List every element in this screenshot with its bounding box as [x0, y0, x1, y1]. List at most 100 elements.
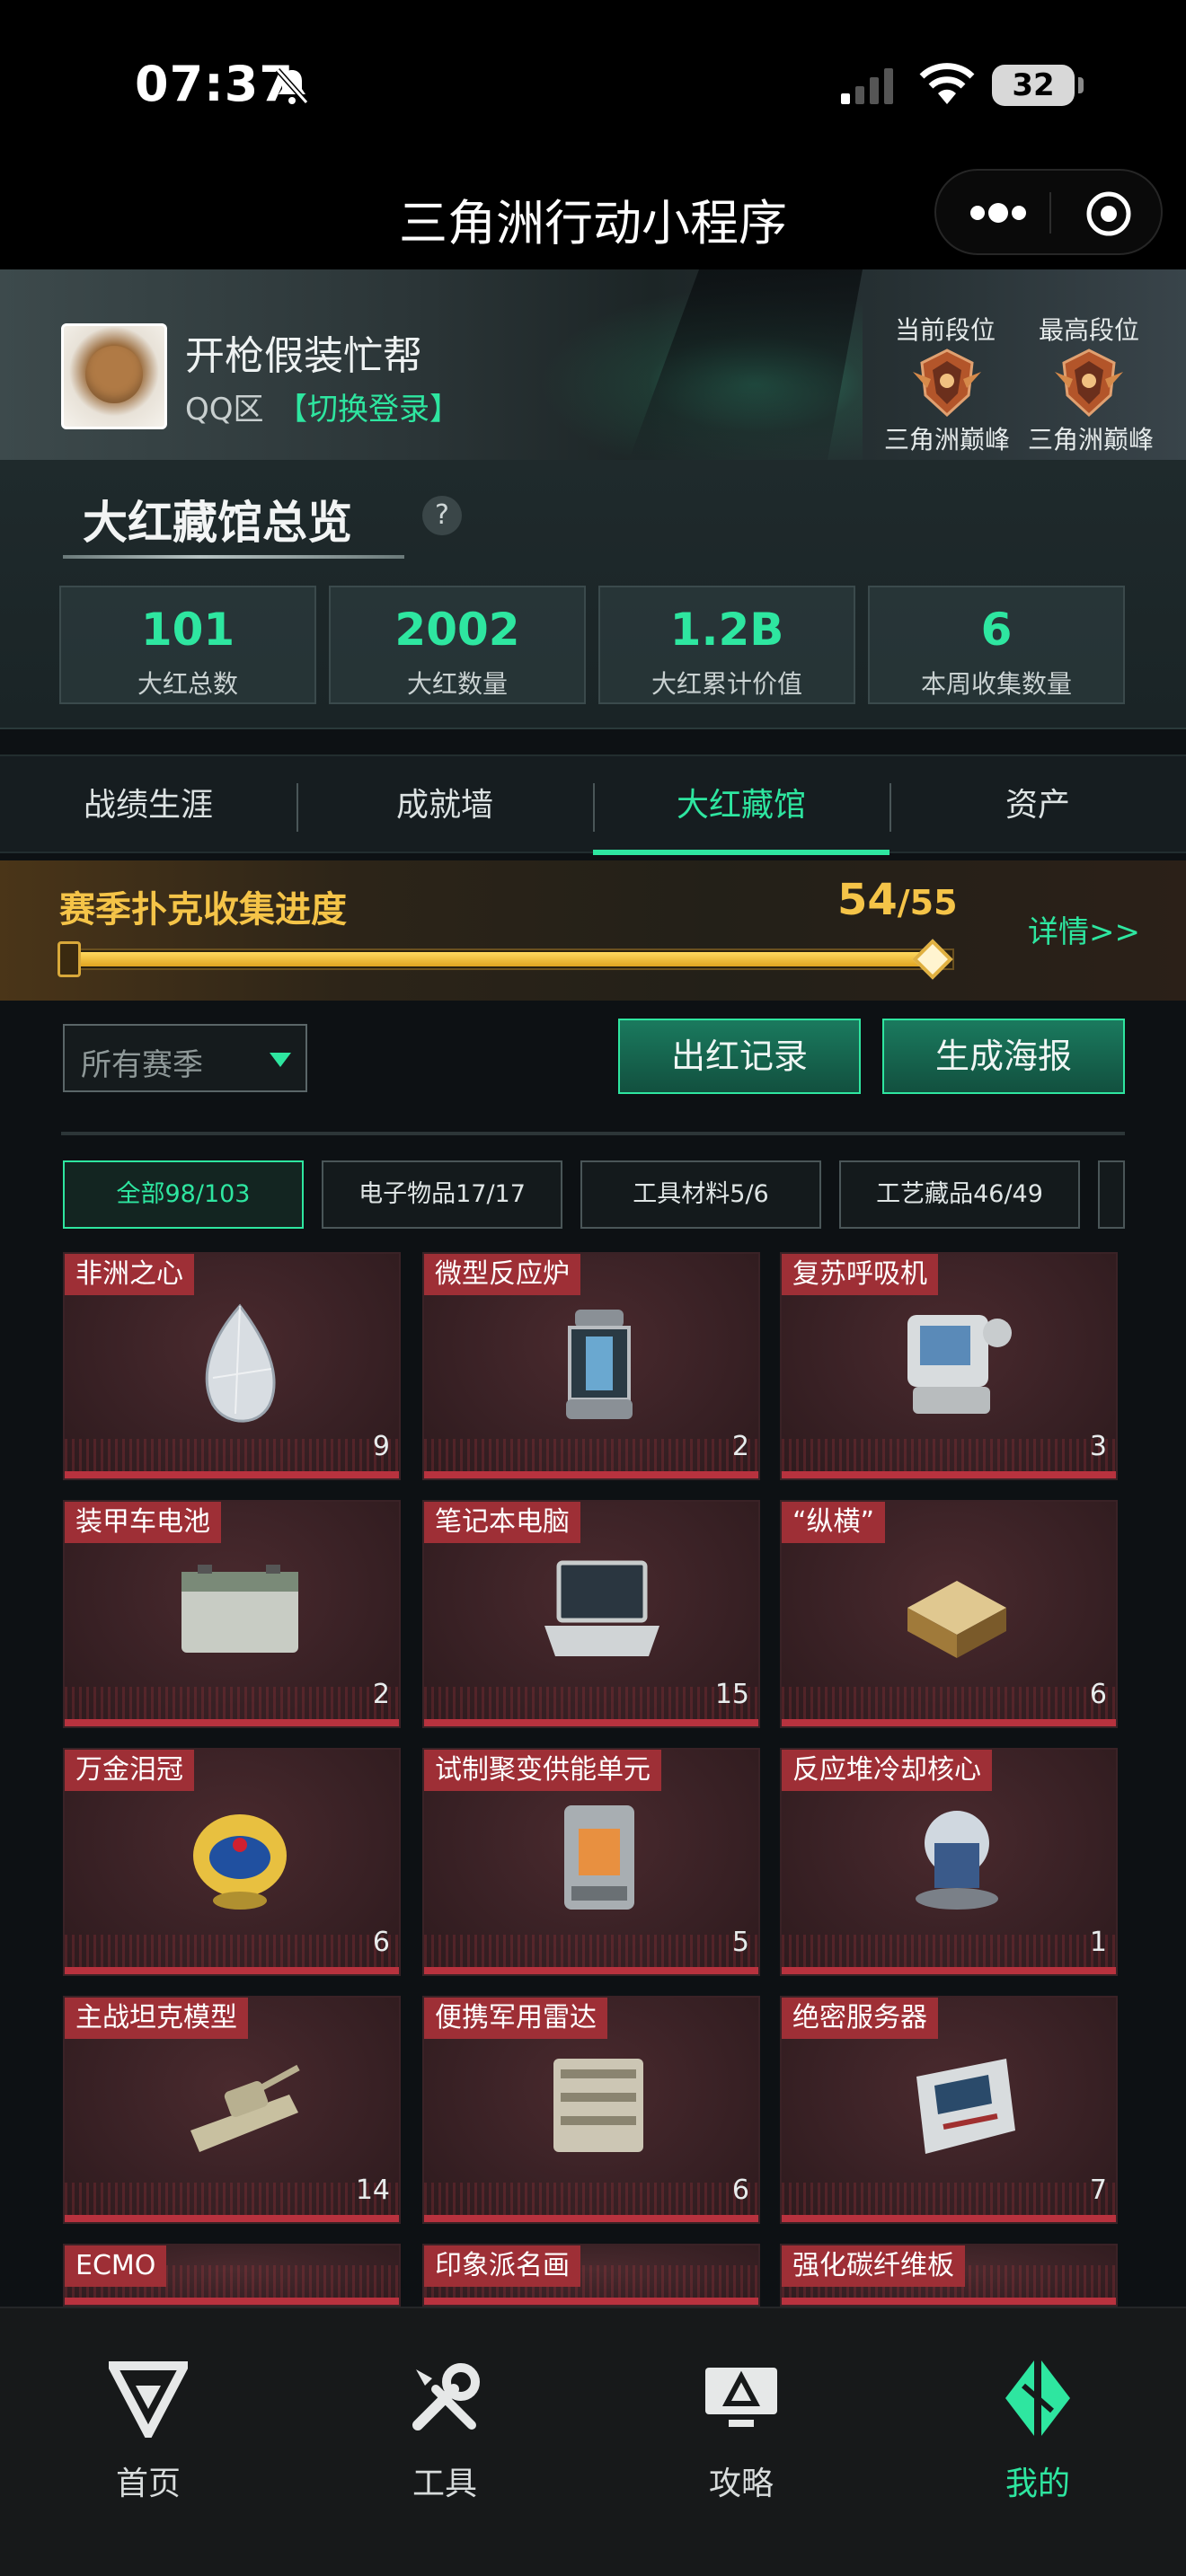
home-logo-icon: [109, 2361, 188, 2438]
tab-assets[interactable]: 资产: [890, 756, 1186, 855]
red-record-button[interactable]: 出红记录: [618, 1019, 861, 1094]
item-bg-bars: [65, 2183, 399, 2215]
nav-guide[interactable]: 攻略: [593, 2308, 890, 2524]
reactor-icon: [566, 1310, 633, 1419]
tab-collection[interactable]: 大红藏馆: [593, 756, 890, 855]
item-name: 试制聚变供能单元: [424, 1750, 661, 1791]
collection-item-card[interactable]: 反应堆冷却核心 1: [780, 1748, 1118, 1976]
item-name: 主战坦克模型: [65, 1998, 248, 2039]
item-name: 万金泪冠: [65, 1750, 194, 1791]
overview-underline: [63, 555, 404, 559]
collection-item-card[interactable]: 微型反应炉 2: [422, 1252, 760, 1480]
stat-label: 大红数量: [406, 669, 508, 699]
generate-poster-button[interactable]: 生成海报: [882, 1019, 1125, 1094]
radar-icon: [553, 2059, 643, 2152]
rank-badge-icon: [1055, 348, 1123, 418]
poker-title: 赛季扑克收集进度: [59, 889, 347, 931]
item-bg-bars: [424, 2183, 758, 2215]
stat-value: 1.2B: [669, 604, 784, 656]
item-count: 6: [1089, 1679, 1107, 1710]
mini-program-capsule: [934, 169, 1163, 255]
carbon-plate-icon: [890, 2289, 1024, 2307]
status-time: 07:37: [135, 56, 294, 112]
item-name: 反应堆冷却核心: [782, 1750, 992, 1791]
profile-header: 开枪假装忙帮 QQ区 【切换登录】 当前段位 三角洲巅峰 最高段位 三角洲巅峰: [0, 269, 1186, 460]
tab-career[interactable]: 战绩生涯: [0, 756, 296, 855]
collection-item-card[interactable]: 笔记本电脑 15: [422, 1500, 760, 1728]
item-count: 7: [1089, 2175, 1107, 2206]
profile-logo-icon: [1005, 2360, 1070, 2436]
nav-mine[interactable]: 我的: [890, 2308, 1186, 2524]
battery-cap: [1078, 77, 1084, 93]
poker-progress-fill: [66, 952, 935, 966]
poker-collected: 54: [837, 875, 898, 925]
item-count: 15: [714, 1679, 749, 1710]
stat-label: 大红总数: [137, 669, 238, 699]
laptop-icon: [544, 1560, 659, 1656]
divider: [61, 1132, 1125, 1135]
collection-item-card[interactable]: 装甲车电池 2: [63, 1500, 401, 1728]
season-select[interactable]: 所有赛季: [63, 1024, 307, 1092]
category-tab-more[interactable]: [1098, 1160, 1125, 1229]
overview-title: 大红藏馆总览: [83, 497, 352, 549]
tools-icon: [412, 2363, 480, 2430]
collection-item-card[interactable]: 非洲之心 9: [63, 1252, 401, 1480]
item-name: 微型反应炉: [424, 1254, 580, 1295]
avatar[interactable]: [61, 323, 167, 429]
progress-end-diamond: [912, 939, 953, 980]
collection-item-card[interactable]: 万金泪冠 6: [63, 1748, 401, 1976]
more-icon[interactable]: [969, 201, 1028, 225]
collection-item-card[interactable]: “纵横” 6: [780, 1500, 1118, 1728]
item-count: 9: [372, 1431, 390, 1462]
switch-login-link[interactable]: 【切换登录】: [277, 384, 460, 428]
item-bg-bars: [424, 1935, 758, 1967]
item-bg-bars: [782, 2183, 1116, 2215]
item-count: 6: [372, 1927, 390, 1958]
help-icon[interactable]: ?: [422, 496, 462, 535]
collection-item-card[interactable]: 主战坦克模型 14: [63, 1996, 401, 2224]
current-rank-name: 三角洲巅峰: [884, 425, 1011, 454]
jewel-egg-icon: [193, 1814, 287, 1910]
item-name: ECMO: [65, 2245, 167, 2287]
wifi-icon: [919, 63, 975, 104]
nav-label: 攻略: [708, 2466, 774, 2502]
collection-item-card[interactable]: 印象派名画: [422, 2244, 760, 2307]
poker-details-link[interactable]: 详情>>: [1028, 907, 1140, 951]
collection-item-card[interactable]: 绝密服务器 7: [780, 1996, 1118, 2224]
category-tab-all[interactable]: 全部98/103: [63, 1160, 304, 1229]
category-tab-crafts[interactable]: 工艺藏品46/49: [839, 1160, 1080, 1229]
stat-weekly: 6 本周收集数量: [868, 586, 1125, 704]
item-count: 14: [355, 2175, 390, 2206]
item-bg-bars: [424, 1439, 758, 1471]
stat-quantity: 2002 大红数量: [329, 586, 586, 704]
item-name: 非洲之心: [65, 1254, 194, 1295]
item-name: 印象派名画: [424, 2245, 580, 2287]
item-bg-bars: [424, 1687, 758, 1719]
stat-label: 本周收集数量: [920, 669, 1072, 699]
stat-label: 大红累计价值: [651, 669, 802, 699]
nav-label: 工具: [412, 2466, 477, 2502]
close-target-icon[interactable]: [1085, 190, 1132, 237]
title-bar: 三角洲行动小程序: [0, 162, 1186, 269]
collection-item-card[interactable]: 强化碳纤维板: [780, 2244, 1118, 2307]
item-bg-bars: [65, 1935, 399, 1967]
server-icon: [916, 2059, 1015, 2154]
tab-achievements[interactable]: 成就墙: [296, 756, 593, 855]
cooling-core-icon: [916, 1811, 998, 1910]
stat-value-total: 1.2B 大红累计价值: [598, 586, 855, 704]
nav-tools[interactable]: 工具: [296, 2308, 593, 2524]
collection-item-card[interactable]: 复苏呼吸机 3: [780, 1252, 1118, 1480]
collection-overview: 大红藏馆总览 ? 101 大红总数 2002 大红数量 1.2B 大红累计价值 …: [0, 460, 1186, 729]
collection-item-card[interactable]: ECMO: [63, 2244, 401, 2307]
stat-value: 2002: [394, 604, 520, 656]
item-bg-bars: [782, 1439, 1116, 1471]
nav-home[interactable]: 首页: [0, 2308, 296, 2524]
category-tab-materials[interactable]: 工具材料5/6: [580, 1160, 821, 1229]
category-tab-electronics[interactable]: 电子物品17/17: [322, 1160, 562, 1229]
highest-rank-name: 三角洲巅峰: [1028, 425, 1155, 454]
item-bg-bars: [65, 1687, 399, 1719]
poker-total: /55: [897, 883, 958, 922]
collection-item-card[interactable]: 试制聚变供能单元 5: [422, 1748, 760, 1976]
collection-item-card[interactable]: 便携军用雷达 6: [422, 1996, 760, 2224]
chevron-down-icon: [270, 1053, 291, 1067]
